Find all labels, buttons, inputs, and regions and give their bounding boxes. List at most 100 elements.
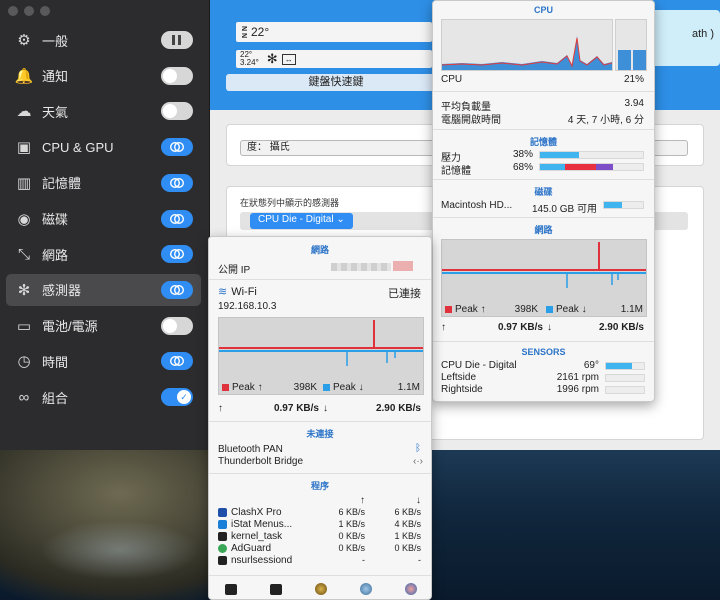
globe-icon[interactable] xyxy=(359,583,372,595)
visibility-toggle[interactable] xyxy=(161,316,193,335)
apps-section-title: 程序 xyxy=(310,481,329,491)
combine-toggle[interactable]: ✓ xyxy=(161,388,193,406)
visibility-toggle[interactable] xyxy=(161,173,193,192)
sidebar-item[interactable]: ▣ CPU & GPU xyxy=(6,131,201,163)
sensor-name: Rightside xyxy=(441,384,483,395)
visibility-toggle[interactable] xyxy=(161,352,193,371)
terminal-icon[interactable] xyxy=(270,583,283,595)
preferences-sidebar: ⚙ 一般 🔔 通知 ☁ 天氣 ▣ CPU & GPU ▥ 記憶體 ◉ 磁碟 ⤡ 網路 ✻ 感測器 ▭ 電池/電源 ◷… xyxy=(0,0,210,450)
pause-button[interactable] xyxy=(161,31,193,49)
battery-icon: ▭ xyxy=(16,317,32,335)
sensor-name: CPU Die - Digital xyxy=(441,360,517,371)
sidebar-item[interactable]: ✻ 感測器 xyxy=(6,273,201,306)
right-preview-text: ath ) xyxy=(691,28,714,40)
divider xyxy=(433,91,654,92)
sidebar-item[interactable]: 🔔 通知 xyxy=(6,60,201,92)
memory-icon: ▥ xyxy=(16,174,32,192)
rate-up-arrow: ↑ xyxy=(441,322,446,333)
menubar-preview-row-1[interactable]: N N 22° xyxy=(236,22,432,42)
sidebar-item[interactable]: ◉ 磁碟 xyxy=(6,203,201,235)
rate-down-value: 2.90 KB/s xyxy=(375,403,421,414)
bluetooth-icon: ᛒ xyxy=(415,443,421,454)
sensor-bar xyxy=(605,362,645,370)
app-name: iStat Menus... xyxy=(231,519,293,530)
sidebar-item[interactable]: ☁ 天氣 xyxy=(6,95,201,127)
rate-down-arrow: ↓ xyxy=(547,322,552,333)
thunderbolt-bridge-label: Thunderbolt Bridge xyxy=(218,456,304,467)
divider xyxy=(433,129,654,130)
visibility-toggle[interactable] xyxy=(161,102,193,121)
cpu-history-graph xyxy=(441,19,613,71)
sensor-select[interactable]: CPU Die - Digital ⌄ xyxy=(250,213,353,229)
istat-icon xyxy=(218,519,227,529)
memory-label: 記憶體 xyxy=(441,166,471,177)
network-arrows-icon: ⤡ xyxy=(17,245,30,263)
memory-section-title: 記憶體 xyxy=(529,137,557,147)
sidebar-item[interactable]: ▥ 記憶體 xyxy=(6,167,201,199)
sidebar-item[interactable]: ⤡ 網路 xyxy=(6,238,201,270)
sidebar-item[interactable]: ▭ 電池/電源 xyxy=(6,310,201,342)
local-ip: 192.168.10.3 xyxy=(218,301,277,312)
visibility-toggle[interactable] xyxy=(161,66,193,85)
pressure-value: 38% xyxy=(512,149,533,160)
sidebar-item[interactable]: ◷ 時間 xyxy=(6,345,201,377)
disconnected-title: 未連接 xyxy=(306,429,334,439)
sidebar-item[interactable]: ∞ 組合 ✓ xyxy=(6,381,201,413)
sensor-value: 1996 rpm xyxy=(556,384,599,395)
memory-value: 68% xyxy=(512,162,533,173)
network-utility-icon[interactable] xyxy=(314,583,327,595)
app-upload: 6 KB/s xyxy=(338,507,365,517)
sensor-bar xyxy=(605,386,645,394)
app-download: - xyxy=(418,555,421,565)
app-row: AdGuard xyxy=(218,543,271,554)
app-name: AdGuard xyxy=(231,543,272,554)
wifi-history-graph: Peak ↑ 398K Peak ↓ 1.1M xyxy=(218,317,424,395)
disk-value: 145.0 GB 可用 xyxy=(531,204,597,215)
app-name: nsurlsessiond xyxy=(231,555,293,566)
visibility-toggle[interactable] xyxy=(161,138,193,157)
pressure-bar xyxy=(539,151,644,159)
bell-icon: 🔔 xyxy=(14,67,34,85)
divider xyxy=(433,217,654,218)
app-name: kernel_task xyxy=(231,531,283,542)
fan-icon: ✻ xyxy=(17,281,31,299)
uptime-value: 4 天, 7 小時, 6 分 xyxy=(567,115,644,126)
public-ip-redacted xyxy=(331,261,421,273)
network-history-graph: Peak ↑ 398K Peak ↓ 1.1M xyxy=(441,239,647,317)
menubar-preview-row-2[interactable]: 22° 3.24° ✻ ↔ xyxy=(236,50,432,68)
visibility-toggle[interactable] xyxy=(161,245,193,264)
wireless-diagnostics-icon[interactable] xyxy=(404,583,417,595)
window-minimize-button[interactable] xyxy=(24,6,34,16)
chevron-down-icon: ⌄ xyxy=(336,214,345,225)
rate-down-value: 2.90 KB/s xyxy=(598,322,644,333)
menubar-temp: 22° xyxy=(251,25,270,39)
activity-monitor-icon[interactable] xyxy=(225,583,238,595)
sensor-value: 69° xyxy=(583,360,599,371)
adguard-icon xyxy=(218,543,227,553)
clock-icon: ◷ xyxy=(17,353,31,371)
pressure-bar-fill xyxy=(540,152,580,158)
load-value: 3.94 xyxy=(624,98,644,109)
peak-down-label: Peak ↓ xyxy=(556,304,587,315)
arrows-icon: ↔ xyxy=(281,53,296,65)
app-row: ClashX Pro xyxy=(218,507,282,518)
app-upload: - xyxy=(362,555,365,565)
sidebar-item[interactable]: ⚙ 一般 xyxy=(6,24,201,56)
divider xyxy=(209,575,431,576)
apps-col-down: ↓ xyxy=(416,495,421,506)
visibility-toggle[interactable] xyxy=(161,280,193,299)
menubar-preview: N N 22° 22° 3.24° ✻ ↔ xyxy=(220,10,432,70)
cpu-section-title: CPU xyxy=(533,5,553,15)
divider xyxy=(209,279,431,280)
visibility-toggle[interactable] xyxy=(161,209,193,228)
app-upload: 1 KB/s xyxy=(338,519,365,529)
sensor-list-title: 在狀態列中顯示的感測器 xyxy=(240,198,340,208)
window-close-button[interactable] xyxy=(8,6,18,16)
wallpaper-surf xyxy=(40,520,200,580)
keyboard-shortcut-button[interactable]: 鍵盤快速鍵 xyxy=(226,74,446,91)
sensor-bar xyxy=(605,374,645,382)
bridge-arrows-icon: ‹·› xyxy=(413,456,423,467)
cpu-popover: CPU CPU 21% 平均負載量 3.94 電腦開啟時間 4 天, 7 小時,… xyxy=(432,0,655,402)
window-zoom-button[interactable] xyxy=(40,6,50,16)
cpu-core-graph xyxy=(615,19,647,71)
